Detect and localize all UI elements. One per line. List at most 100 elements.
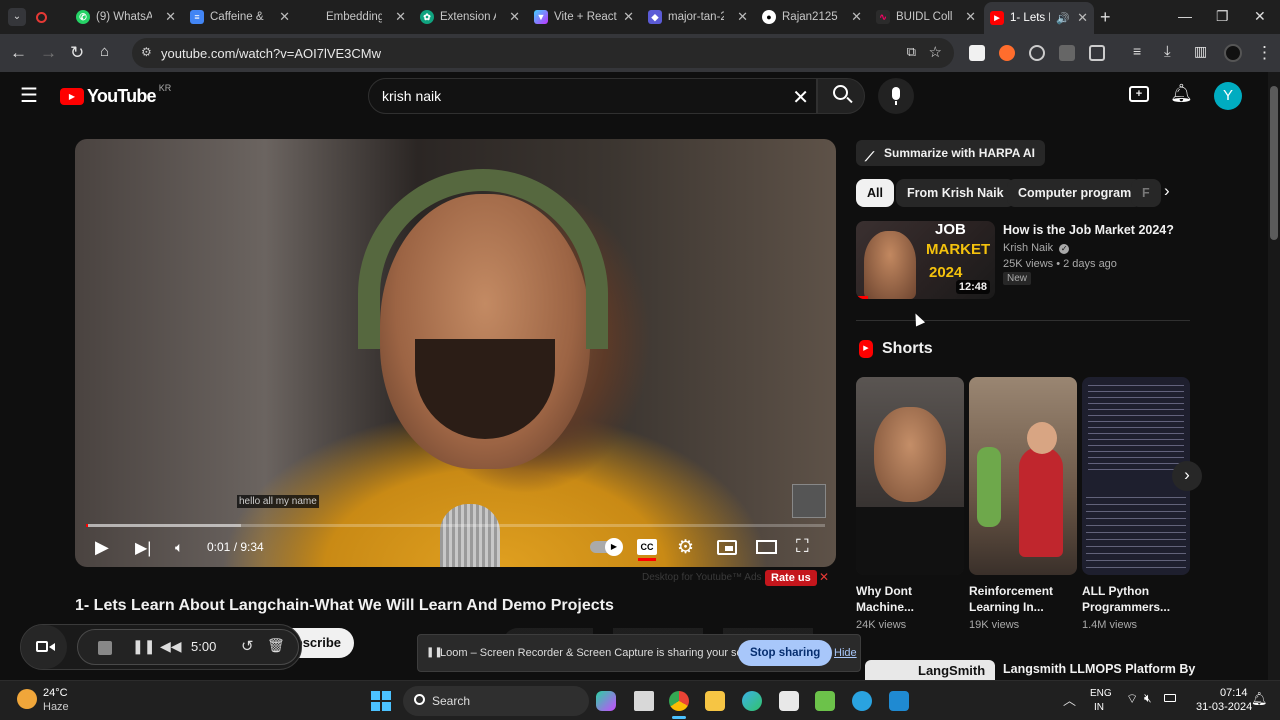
page-scrollbar[interactable]	[1268, 72, 1280, 680]
browser-tab[interactable]	[36, 4, 64, 30]
reading-list-icon[interactable]: ≡	[1133, 43, 1141, 59]
browser-tab[interactable]: ● Rajan21252 ✕	[762, 4, 868, 30]
extension-icon[interactable]	[999, 45, 1015, 61]
fullscreen-icon[interactable]: ⛶	[796, 536, 809, 557]
video-player[interactable]: hello all my name ▶ ▶︎| 🔈︎ 0:01 / 9:34 ▶…	[75, 139, 836, 567]
theater-mode-icon[interactable]	[756, 540, 777, 554]
notification-bell-icon[interactable]: 🔔︎	[1251, 691, 1268, 707]
minimize-icon[interactable]: —	[1178, 8, 1192, 24]
side-panel-icon[interactable]: ▥	[1194, 43, 1207, 60]
create-video-icon[interactable]: +	[1129, 86, 1149, 102]
rate-us-button[interactable]: Rate us	[765, 570, 817, 586]
vscode-icon[interactable]	[889, 691, 909, 711]
autoplay-toggle[interactable]: ▶	[590, 538, 623, 556]
close-tab-icon[interactable]: ✕	[509, 9, 520, 25]
new-tab-button[interactable]: +	[1100, 7, 1111, 28]
site-info-icon[interactable]: ⚙	[141, 45, 152, 59]
chip-from-krish-naik[interactable]: From Krish Naik	[896, 179, 1015, 207]
extension-icon[interactable]	[1029, 45, 1045, 61]
close-rate-icon[interactable]: ✕	[819, 570, 829, 584]
hamburger-menu-icon[interactable]: ☰	[20, 83, 38, 108]
install-app-icon[interactable]: ⧉	[907, 44, 916, 60]
profile-avatar[interactable]	[1224, 44, 1242, 62]
youtube-logo[interactable]: ▶ YouTube KR	[60, 83, 171, 107]
next-title[interactable]: Langsmith LLMOPS Platform By	[1003, 662, 1195, 676]
chrome-icon[interactable]	[669, 691, 689, 711]
windows-start-icon[interactable]	[371, 691, 391, 711]
captions-cc-icon[interactable]: CC	[637, 539, 657, 555]
microsoft-store-icon[interactable]	[779, 691, 799, 711]
browser-tab[interactable]: ✿ Extension A ✕	[420, 4, 526, 30]
browser-tab[interactable]: ≡ Caffeine & C ✕	[190, 4, 296, 30]
task-view-icon[interactable]	[634, 691, 654, 711]
close-tab-icon[interactable]: ✕	[1077, 10, 1088, 26]
bookmark-star-icon[interactable]: ☆	[929, 43, 942, 61]
short-title[interactable]: ALL Python Programmers...	[1082, 583, 1190, 615]
close-tab-icon[interactable]: ✕	[623, 9, 634, 25]
edge-icon[interactable]	[742, 691, 762, 711]
language-line1[interactable]: ENG	[1090, 688, 1112, 699]
extensions-puzzle-icon[interactable]	[1089, 45, 1105, 61]
stop-recording-button[interactable]	[98, 641, 112, 655]
taskbar-search-box[interactable]: Search	[403, 686, 589, 716]
pause-recording-icon[interactable]: ❚❚	[132, 638, 155, 655]
voice-search-button[interactable]	[878, 78, 914, 114]
file-explorer-icon[interactable]	[705, 691, 725, 711]
forward-icon[interactable]: →	[40, 43, 57, 63]
wifi-icon[interactable]: ⌔	[1126, 691, 1138, 707]
volume-icon[interactable]: 🔈︎	[175, 539, 183, 556]
notifications-bell-icon[interactable]: 🔔︎	[1170, 83, 1193, 104]
app-icon[interactable]	[815, 691, 835, 711]
extension-icon[interactable]	[969, 45, 985, 61]
progress-bar[interactable]	[86, 524, 825, 527]
home-icon[interactable]: ⌂	[100, 43, 109, 60]
short-thumbnail[interactable]	[969, 377, 1077, 575]
close-tab-icon[interactable]: ✕	[851, 9, 862, 25]
chips-next-chevron-icon[interactable]: ›	[1164, 181, 1170, 201]
short-thumbnail[interactable]	[856, 377, 964, 575]
chip-partial[interactable]: F	[1131, 179, 1161, 207]
close-tab-icon[interactable]: ✕	[165, 9, 176, 25]
window-close-icon[interactable]: ✕	[1254, 8, 1266, 25]
browser-tab[interactable]: ▼ Vite + React ✕	[534, 4, 640, 30]
copilot-icon[interactable]	[596, 691, 616, 711]
delete-trash-icon[interactable]: 🗑︎	[267, 637, 285, 654]
search-button[interactable]	[817, 78, 865, 114]
download-icon[interactable]: ⤓	[1164, 43, 1171, 60]
close-tab-icon[interactable]: ✕	[737, 9, 748, 25]
scrollbar-thumb[interactable]	[1270, 86, 1278, 240]
short-title[interactable]: Reinforcement Learning In...	[969, 583, 1077, 615]
close-tab-icon[interactable]: ✕	[395, 9, 406, 25]
camera-toggle-button[interactable]	[21, 625, 67, 669]
chip-computer-program[interactable]: Computer program	[1007, 179, 1143, 207]
browser-tab[interactable]: Embeddings ✕	[306, 4, 412, 30]
play-icon[interactable]: ▶	[95, 537, 109, 558]
extension-icon[interactable]	[1059, 45, 1075, 61]
show-hidden-icons-chevron[interactable]: ︿	[1063, 690, 1076, 709]
harpa-summarize-button[interactable]: ⟋ Summarize with HARPA AI	[856, 140, 1045, 166]
weather-sun-icon[interactable]	[17, 689, 37, 709]
close-tab-icon[interactable]: ✕	[965, 9, 976, 25]
hide-banner-link[interactable]: Hide	[834, 647, 857, 659]
account-avatar[interactable]: Y	[1214, 82, 1242, 110]
recommended-channel[interactable]: Krish Naik ✓	[1003, 242, 1070, 254]
volume-muted-icon[interactable]: 🔇︎	[1144, 691, 1152, 706]
search-input[interactable]: krish naik ✕	[368, 78, 817, 114]
battery-icon[interactable]	[1164, 694, 1176, 702]
clear-search-icon[interactable]: ✕	[792, 85, 809, 110]
settings-gear-icon[interactable]: ⚙	[677, 536, 694, 559]
browser-tab[interactable]: ∿ BUIDL Colle ✕	[876, 4, 982, 30]
next-thumbnail[interactable]: LangSmith	[865, 660, 995, 680]
menu-dots-icon[interactable]: ⋮	[1256, 43, 1273, 63]
back-icon[interactable]: ←	[10, 43, 27, 63]
browser-tab-active[interactable]: ▶ 1- Lets L 🔊 ✕	[984, 2, 1094, 34]
stop-sharing-button[interactable]: Stop sharing	[738, 640, 833, 666]
address-bar[interactable]: ⚙ youtube.com/watch?v=AOI7lVE3CMw ⧉ ☆	[132, 38, 954, 68]
clock-time[interactable]: 07:14	[1220, 687, 1248, 699]
telegram-icon[interactable]	[852, 691, 872, 711]
recommended-title[interactable]: How is the Job Market 2024?	[1003, 223, 1174, 237]
speaker-icon[interactable]: 🔊	[1056, 12, 1070, 25]
restart-icon[interactable]: ↺	[241, 637, 254, 655]
close-tab-icon[interactable]: ✕	[279, 9, 290, 25]
weather-temp[interactable]: 24°C	[43, 687, 68, 699]
